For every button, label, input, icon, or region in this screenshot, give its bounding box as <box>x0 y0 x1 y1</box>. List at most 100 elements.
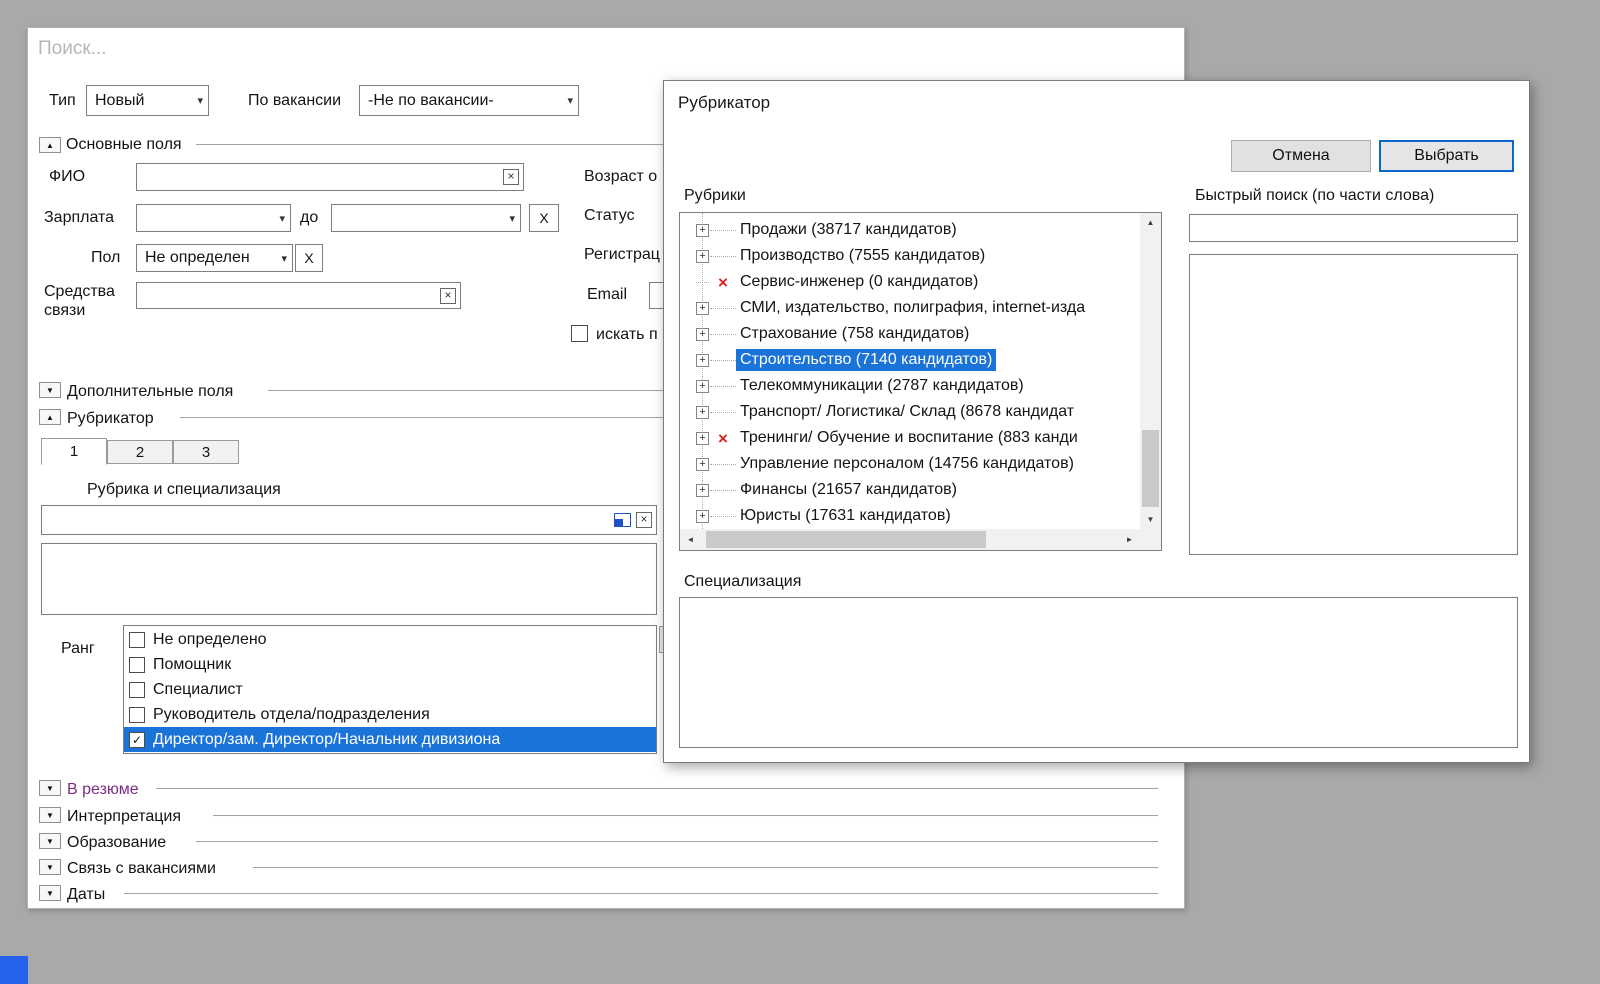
tree-row[interactable]: + Управление персоналом (14756 кандидато… <box>680 451 1140 477</box>
rubricator-tab-2[interactable]: 2 <box>107 440 173 464</box>
taskbar-start-button[interactable] <box>0 956 28 984</box>
fio-field[interactable]: × <box>136 163 524 191</box>
section-divider <box>213 815 1158 817</box>
scroll-down-icon[interactable]: ▼ <box>1140 510 1161 529</box>
salary-from-combobox[interactable]: ▾ <box>136 204 291 232</box>
rubrics-tree[interactable]: + Продажи (38717 кандидатов) + Производс… <box>679 212 1162 551</box>
tab-label: 3 <box>201 443 211 461</box>
expand-vacancy-link-section-button[interactable]: ▼ <box>39 859 61 875</box>
expand-icon[interactable]: + <box>696 301 709 315</box>
vertical-scrollbar[interactable]: ▲ ▼ <box>1140 213 1161 529</box>
expand-interpretation-section-button[interactable]: ▼ <box>39 807 61 823</box>
interpretation-section-label: Интерпретация <box>67 808 182 825</box>
clear-icon[interactable]: × <box>503 169 519 185</box>
tree-row[interactable]: + × Тренинги/ Обучение и воспитание (883… <box>680 425 1140 451</box>
quick-search-results-list[interactable] <box>1189 254 1518 555</box>
scroll-up-icon[interactable]: ▲ <box>1140 213 1161 232</box>
contacts-field[interactable]: × <box>136 282 461 309</box>
rank-listbox[interactable]: Не определено Помощник Специалист Руково… <box>123 625 657 754</box>
by-vacancy-label: По вакансии <box>248 92 342 109</box>
tree-row[interactable]: + Производство (7555 кандидатов) <box>680 243 1140 269</box>
collapse-up-icon: ▲ <box>46 412 54 422</box>
collapse-main-fields-button[interactable]: ▲ <box>39 137 61 153</box>
tree-row[interactable]: + Телекоммуникации (2787 кандидатов) <box>680 373 1140 399</box>
clear-icon[interactable]: × <box>636 512 652 528</box>
tree-row[interactable]: + Финансы (21657 кандидатов) <box>680 477 1140 503</box>
checkbox-icon[interactable] <box>129 656 145 673</box>
contacts-input[interactable] <box>137 286 440 305</box>
collapse-rubricator-button[interactable]: ▲ <box>39 409 61 425</box>
tree-item-label: Транспорт/ Логистика/ Склад (8678 кандид… <box>740 403 1075 420</box>
scroll-right-icon[interactable]: ► <box>1119 530 1140 549</box>
quick-search-field[interactable] <box>1189 214 1518 242</box>
gender-combobox[interactable]: Не определен ▾ <box>136 244 293 272</box>
expand-icon[interactable]: + <box>696 405 709 419</box>
salary-to-label: до <box>300 209 319 226</box>
expand-icon[interactable]: + <box>696 483 709 497</box>
tree-row[interactable]: + СМИ, издательство, полиграфия, interne… <box>680 295 1140 321</box>
search-by-checkbox[interactable] <box>571 325 588 342</box>
expand-icon[interactable]: + <box>696 353 709 367</box>
checkbox-icon[interactable] <box>129 631 145 648</box>
gender-clear-button[interactable]: X <box>295 244 323 272</box>
expand-icon[interactable]: + <box>696 223 709 237</box>
checkbox-icon[interactable] <box>129 681 145 698</box>
vertical-scroll-thumb[interactable] <box>1142 430 1159 507</box>
salary-clear-button[interactable]: X <box>529 204 559 232</box>
expand-icon[interactable]: + <box>696 379 709 393</box>
select-button[interactable]: Выбрать <box>1379 140 1514 172</box>
type-combobox[interactable]: Новый ▾ <box>86 85 209 116</box>
expand-icon[interactable]: + <box>696 431 709 445</box>
checkbox-checked-icon[interactable]: ✓ <box>129 731 145 748</box>
quick-search-input[interactable] <box>1190 219 1517 237</box>
expand-additional-fields-button[interactable]: ▼ <box>39 382 61 398</box>
rubric-field[interactable]: × <box>41 505 657 535</box>
by-vacancy-combobox[interactable]: -Не по вакансии- ▾ <box>359 85 579 116</box>
horizontal-scrollbar[interactable]: ◄ ► <box>680 529 1140 550</box>
expand-education-section-button[interactable]: ▼ <box>39 833 61 849</box>
expand-icon[interactable]: + <box>696 327 709 341</box>
rank-option[interactable]: Специалист <box>124 677 656 702</box>
expand-icon[interactable]: + <box>696 509 709 523</box>
expand-icon[interactable]: + <box>696 457 709 471</box>
clear-icon[interactable]: × <box>440 287 456 304</box>
horizontal-scroll-thumb[interactable] <box>706 531 986 548</box>
age-label: Возраст о <box>584 168 658 185</box>
tree-connector <box>696 281 709 283</box>
tree-item-label: Тренинги/ Обучение и воспитание (883 кан… <box>740 429 1078 446</box>
section-divider <box>156 788 1158 790</box>
tree-row[interactable]: × Сервис-инженер (0 кандидатов) <box>680 269 1140 295</box>
expand-icon[interactable]: + <box>696 249 709 263</box>
rank-option[interactable]: Не определено <box>124 627 656 652</box>
rubric-selection-list[interactable] <box>41 543 657 615</box>
checkbox-icon[interactable] <box>129 706 145 723</box>
tree-row[interactable]: + Транспорт/ Логистика/ Склад (8678 канд… <box>680 399 1140 425</box>
contacts-label-line1: Средства <box>44 283 115 300</box>
rubricator-tab-1[interactable]: 1 <box>41 438 107 465</box>
tree-item-label: Телекоммуникации (2787 кандидатов) <box>740 377 1024 394</box>
cancel-button[interactable]: Отмена <box>1231 140 1371 172</box>
tree-connector <box>710 229 736 231</box>
tree-row[interactable]: + Продажи (38717 кандидатов) <box>680 217 1140 243</box>
collapse-down-icon: ▼ <box>46 888 54 898</box>
open-rubricator-icon[interactable] <box>614 513 631 527</box>
gender-label: Пол <box>91 249 121 266</box>
rubric-spec-label: Рубрика и специализация <box>87 481 281 498</box>
scroll-left-icon[interactable]: ◄ <box>680 530 701 549</box>
rank-option[interactable]: Руководитель отдела/подразделения <box>124 702 656 727</box>
tree-row[interactable]: + Страхование (758 кандидатов) <box>680 321 1140 347</box>
rubricator-tab-3[interactable]: 3 <box>173 440 239 464</box>
collapse-down-icon: ▼ <box>46 836 54 846</box>
expand-dates-section-button[interactable]: ▼ <box>39 885 61 901</box>
fio-input[interactable] <box>137 168 503 186</box>
expand-resume-section-button[interactable]: ▼ <box>39 780 61 796</box>
salary-to-combobox[interactable]: ▾ <box>331 204 521 232</box>
tree-row-selected[interactable]: + Строительство (7140 кандидатов) <box>680 347 1140 373</box>
rank-option[interactable]: Помощник <box>124 652 656 677</box>
rubric-input[interactable] <box>42 511 614 529</box>
rank-option-selected[interactable]: ✓ Директор/зам. Директор/Начальник дивиз… <box>124 727 656 752</box>
specialization-list[interactable] <box>679 597 1518 748</box>
tree-connector <box>710 255 736 257</box>
tab-label: 2 <box>135 443 145 461</box>
tree-row[interactable]: + Юристы (17631 кандидатов) <box>680 503 1140 529</box>
